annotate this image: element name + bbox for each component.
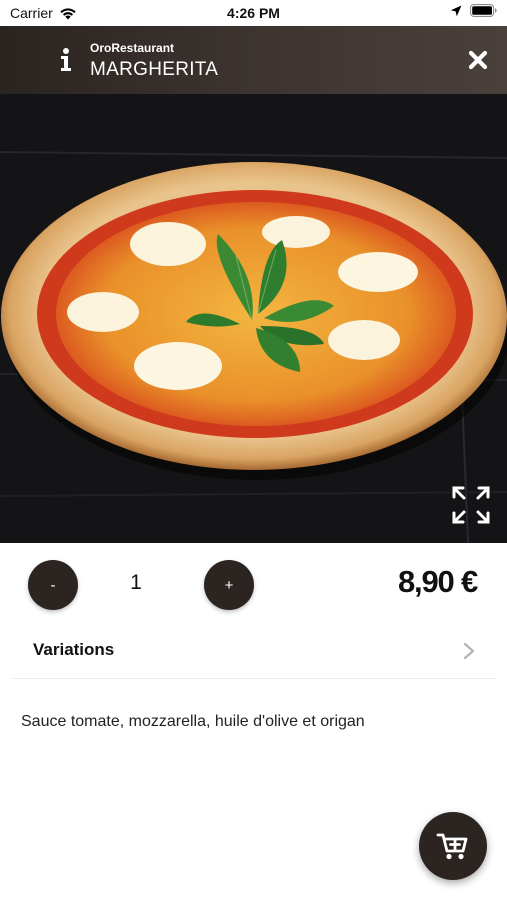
variations-row[interactable]: Variations (12, 627, 495, 679)
increase-quantity-button[interactable]: + (204, 560, 254, 610)
restaurant-name: OroRestaurant (90, 41, 175, 55)
variations-label: Variations (33, 640, 115, 659)
status-right (450, 4, 497, 17)
add-to-cart-icon (436, 833, 468, 860)
product-price: 8,90 € (398, 564, 478, 599)
product-detail-screen: Carrier 4:26 PM OroRestaurant MARGHERITA… (0, 0, 507, 900)
app-header: OroRestaurant MARGHERITA (0, 26, 507, 94)
decrease-quantity-button[interactable]: - (28, 560, 78, 610)
status-bar: Carrier 4:26 PM (0, 0, 507, 26)
chevron-right-icon (463, 642, 475, 660)
quantity-value: 1 (130, 571, 142, 594)
close-icon (468, 50, 488, 70)
add-to-cart-button[interactable] (419, 812, 487, 880)
info-button[interactable] (54, 46, 78, 74)
pizza-illustration (0, 94, 507, 543)
product-photo[interactable] (0, 94, 507, 543)
close-button[interactable] (467, 49, 489, 71)
dish-title: MARGHERITA (90, 59, 219, 80)
location-arrow-icon (450, 5, 462, 16)
expand-fullscreen-icon (452, 486, 490, 524)
status-time: 4:26 PM (227, 5, 280, 21)
battery-icon (470, 4, 497, 17)
product-description: Sauce tomate, mozzarella, huile d'olive … (21, 713, 365, 730)
quantity-price-row: - 1 + 8,90 € (0, 543, 507, 627)
expand-photo-button[interactable] (451, 485, 491, 525)
info-icon (61, 48, 71, 71)
